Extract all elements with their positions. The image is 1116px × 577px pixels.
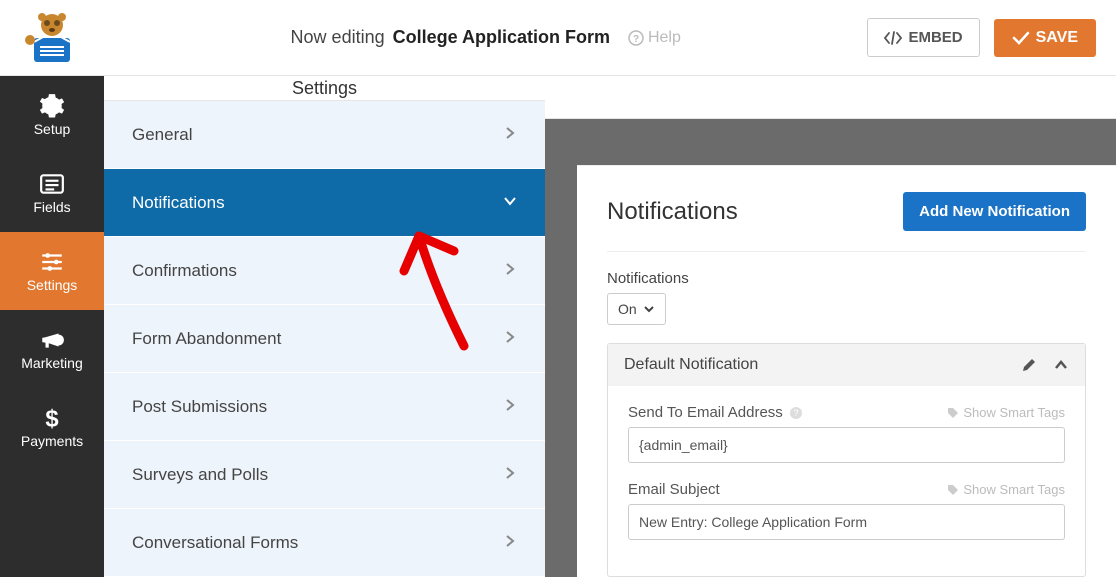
settings-row-surveys-polls[interactable]: Surveys and Polls [104,441,545,509]
chevron-right-icon [503,329,517,349]
notification-block-header: Default Notification [608,344,1085,386]
settings-row-conversational-forms[interactable]: Conversational Forms [104,509,545,577]
chevron-right-icon [503,465,517,485]
dollar-icon: $ [39,405,65,431]
form-name: College Application Form [393,27,610,48]
divider [607,251,1086,252]
help-link[interactable]: ? Help [628,29,681,47]
sidebar-item-settings[interactable]: Settings [0,232,104,310]
chevron-right-icon [503,261,517,281]
check-icon [1012,31,1030,45]
settings-row-general[interactable]: General [104,101,545,169]
sidebar-item-setup[interactable]: Setup [0,76,104,154]
chevron-right-icon [503,533,517,553]
editing-prefix: Now editing [291,27,385,48]
show-smart-tags-link[interactable]: Show Smart Tags [947,482,1065,497]
email-subject-label: Email Subject [628,481,720,498]
list-icon [39,171,65,197]
toggle-label: Notifications [607,270,1086,287]
embed-button[interactable]: EMBED [867,18,979,57]
chevron-down-icon [643,303,655,315]
pencil-icon[interactable] [1021,357,1037,373]
bullhorn-icon [39,327,65,353]
chevron-right-icon [503,397,517,417]
settings-row-form-abandonment[interactable]: Form Abandonment [104,305,545,373]
settings-list: General Notifications Confirmations Form… [104,101,545,577]
notifications-card: Notifications Add New Notification Notif… [577,165,1116,577]
sidebar-item-fields[interactable]: Fields [0,154,104,232]
sidebar-item-marketing[interactable]: Marketing [0,310,104,388]
svg-text:$: $ [45,406,58,431]
code-icon [884,31,902,45]
settings-panel-title: Settings [104,76,545,101]
chevron-up-icon[interactable] [1053,357,1069,373]
save-button[interactable]: SAVE [994,19,1096,57]
help-icon: ? [628,30,644,46]
svg-text:?: ? [633,34,639,45]
gear-icon [39,93,65,119]
settings-row-confirmations[interactable]: Confirmations [104,237,545,305]
card-title: Notifications [607,198,738,226]
svg-text:?: ? [793,408,798,418]
tag-icon [947,484,959,496]
add-notification-button[interactable]: Add New Notification [903,192,1086,231]
send-to-label: Send To Email Address ? [628,404,803,421]
show-smart-tags-link[interactable]: Show Smart Tags [947,405,1065,420]
chevron-down-icon [503,193,517,213]
email-subject-input[interactable] [628,504,1065,540]
help-icon: ? [789,406,803,420]
chevron-right-icon [503,125,517,145]
settings-row-notifications[interactable]: Notifications [104,169,545,237]
sidebar-item-payments[interactable]: $ Payments [0,388,104,466]
side-nav: Setup Fields Settings Marketing $ Paymen… [0,76,104,577]
send-to-input[interactable] [628,427,1065,463]
wpforms-logo [0,0,104,76]
tag-icon [947,407,959,419]
sliders-icon [39,249,65,275]
notifications-toggle[interactable]: On [607,293,666,325]
settings-row-post-submissions[interactable]: Post Submissions [104,373,545,441]
